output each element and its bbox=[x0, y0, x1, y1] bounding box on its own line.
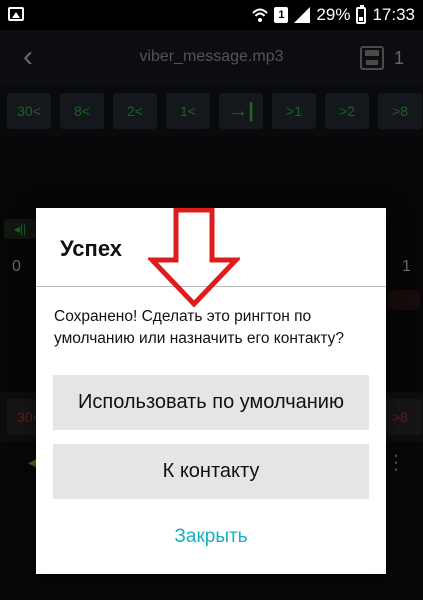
dialog-title: Успех bbox=[60, 236, 123, 261]
close-button[interactable]: Закрыть bbox=[36, 526, 386, 548]
wifi-icon bbox=[252, 8, 269, 22]
dialog-message: Сохранено! Сделать это рингтон по умолча… bbox=[54, 308, 345, 347]
battery-icon bbox=[356, 4, 367, 24]
status-right: 1 29% 17:33 bbox=[252, 0, 415, 30]
assign-to-contact-button[interactable]: К контакту bbox=[53, 444, 369, 499]
sim-badge: 1 bbox=[274, 7, 289, 23]
status-bar: 1 29% 17:33 bbox=[0, 0, 423, 30]
signal-icon bbox=[294, 7, 311, 23]
clock: 17:33 bbox=[372, 5, 415, 24]
battery-percent: 29% bbox=[316, 5, 351, 24]
image-icon bbox=[8, 7, 24, 21]
use-as-default-button[interactable]: Использовать по умолчанию bbox=[53, 375, 369, 430]
red-arrow-annotation bbox=[148, 208, 240, 308]
